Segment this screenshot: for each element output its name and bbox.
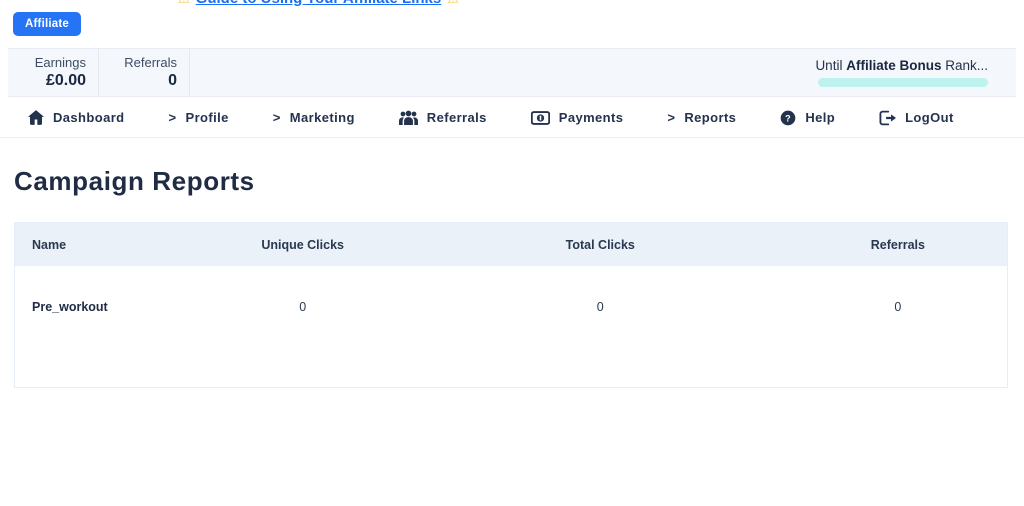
referrals-value: 0 — [168, 72, 177, 90]
nav-label: Marketing — [289, 110, 355, 125]
referrals-stat: Referrals 0 — [99, 49, 190, 96]
affiliate-button[interactable]: Affiliate — [13, 12, 81, 36]
nav-label: LogOut — [905, 110, 954, 125]
warning-icon: ⚠ — [178, 0, 190, 7]
referrals-label: Referrals — [124, 54, 177, 70]
nav-item-logout[interactable]: LogOut — [879, 110, 954, 126]
nav-item-marketing[interactable]: > Marketing — [273, 110, 355, 125]
banknote-icon — [530, 110, 550, 125]
warning-icon: ⚠ — [447, 0, 459, 7]
column-header-total-clicks: Total Clicks — [411, 223, 789, 266]
stats-bar: Earnings £0.00 Referrals 0 Until Affilia… — [8, 48, 1016, 97]
affiliate-dashboard-page: ⚠ Guide to Using Your Affiliate Links ⚠ … — [0, 0, 1024, 506]
nav-label: Payments — [558, 110, 624, 125]
earnings-stat: Earnings £0.00 — [8, 49, 99, 96]
rank-progress-bar — [818, 78, 988, 87]
rank-progress-block: Until Affiliate Bonus Rank... — [815, 49, 1016, 96]
nav-item-dashboard[interactable]: Dashboard — [28, 110, 125, 125]
question-circle-icon: ? — [780, 110, 796, 126]
cell-unique-clicks: 0 — [299, 300, 307, 314]
affiliate-guide-link[interactable]: Guide to Using Your Affiliate Links — [196, 0, 442, 7]
column-header-name: Name — [15, 223, 194, 266]
chevron-right-icon: > — [272, 110, 281, 125]
cell-referrals: 0 — [894, 300, 902, 314]
cell-total-clicks: 0 — [596, 300, 604, 314]
top-link-row: ⚠ Guide to Using Your Affiliate Links ⚠ — [178, 0, 459, 7]
main-nav: Dashboard > Profile > Marketing Referral… — [0, 98, 1024, 138]
users-icon — [398, 110, 418, 125]
logout-icon — [879, 110, 897, 126]
column-header-referrals: Referrals — [788, 223, 1007, 266]
rank-progress-label: Until Affiliate Bonus Rank... — [815, 58, 988, 73]
chevron-right-icon: > — [168, 110, 177, 125]
nav-item-profile[interactable]: > Profile — [169, 110, 229, 125]
earnings-label: Earnings — [34, 54, 86, 70]
table-row: Pre_workout 0 0 0 — [15, 266, 1007, 386]
rank-name: Affiliate Bonus — [846, 58, 942, 73]
nav-item-help[interactable]: ? Help — [780, 110, 835, 126]
nav-item-reports[interactable]: > Reports — [667, 110, 736, 125]
nav-label: Reports — [684, 110, 737, 125]
nav-label: Dashboard — [53, 110, 125, 125]
home-icon — [28, 110, 44, 125]
nav-label: Profile — [185, 110, 229, 125]
nav-label: Referrals — [426, 110, 487, 125]
cell-campaign-name: Pre_workout — [32, 300, 108, 314]
nav-item-referrals[interactable]: Referrals — [398, 110, 487, 125]
campaign-reports-table: Name Unique Clicks Total Clicks Referral… — [14, 222, 1008, 388]
page-title: Campaign Reports — [14, 166, 255, 196]
earnings-value: £0.00 — [45, 72, 86, 90]
chevron-right-icon: > — [667, 110, 676, 125]
table-header-row: Name Unique Clicks Total Clicks Referral… — [15, 223, 1007, 266]
svg-text:?: ? — [785, 113, 791, 123]
nav-label: Help — [805, 110, 836, 125]
stats-spacer — [190, 49, 815, 96]
column-header-unique-clicks: Unique Clicks — [193, 223, 412, 266]
nav-item-payments[interactable]: Payments — [530, 110, 624, 125]
